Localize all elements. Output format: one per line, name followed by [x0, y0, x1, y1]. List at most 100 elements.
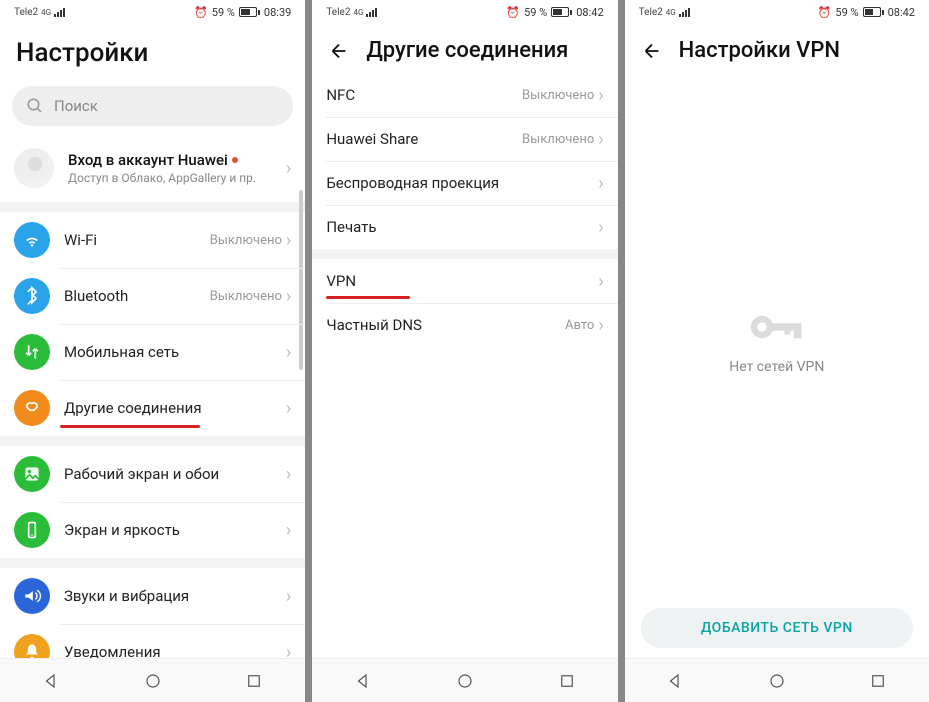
screen-settings: Tele2 4G ⏰ 59 % 08:39 Настройки Поиск Вх…	[0, 0, 305, 702]
highlight-underline	[60, 425, 200, 428]
chevron-right-icon: ›	[286, 586, 291, 607]
header: Другие соединения	[312, 24, 617, 73]
account-title: Вход в аккаунт Huawei	[68, 151, 228, 169]
row-label: Мобильная сеть	[64, 343, 286, 361]
net-label: 4G	[666, 8, 676, 17]
add-vpn-label: ДОБАВИТЬ СЕТЬ VPN	[701, 620, 853, 636]
chevron-right-icon: ›	[598, 85, 603, 106]
row-mobile[interactable]: Мобильная сеть ›	[0, 324, 305, 380]
row-print[interactable]: Печать ›	[312, 205, 617, 249]
row-label: NFC	[326, 86, 355, 104]
chevron-right-icon: ›	[286, 286, 291, 307]
row-bluetooth[interactable]: Bluetooth Выключено ›	[0, 268, 305, 324]
nav-recent-button[interactable]	[556, 670, 578, 692]
row-wireless-projection[interactable]: Беспроводная проекция ›	[312, 161, 617, 205]
phone-icon	[14, 512, 50, 548]
row-label: Частный DNS	[326, 316, 422, 334]
nav-recent-button[interactable]	[867, 670, 889, 692]
battery-pct: 59 %	[835, 6, 858, 19]
signal-icon	[54, 7, 65, 17]
row-display-brightness[interactable]: Экран и яркость ›	[0, 502, 305, 558]
nav-back-button[interactable]	[40, 670, 62, 692]
carrier-label: Tele2	[14, 7, 38, 18]
section-divider	[0, 558, 305, 568]
key-icon	[747, 307, 807, 347]
alarm-icon: ⏰	[818, 6, 832, 19]
settings-group-display: Рабочий экран и обои › Экран и яркость ›	[0, 446, 305, 558]
empty-text: Нет сетей VPN	[729, 359, 824, 375]
nav-back-button[interactable]	[352, 670, 374, 692]
row-label: Звуки и вибрация	[64, 587, 286, 605]
nav-bar	[625, 658, 929, 702]
row-label: Печать	[326, 218, 376, 236]
row-private-dns[interactable]: Частный DNS Авто›	[312, 303, 617, 347]
row-home-screen[interactable]: Рабочий экран и обои ›	[0, 446, 305, 502]
chevron-right-icon: ›	[286, 398, 291, 419]
battery-pct: 59 %	[524, 6, 547, 19]
row-wifi[interactable]: Wi-Fi Выключено ›	[0, 212, 305, 268]
bluetooth-icon	[14, 278, 50, 314]
row-label: Экран и яркость	[64, 521, 286, 539]
battery-pct: 59 %	[212, 6, 235, 19]
nav-back-button[interactable]	[664, 670, 686, 692]
highlight-underline	[326, 296, 410, 299]
search-placeholder: Поиск	[54, 97, 98, 115]
row-label: Другие соединения	[64, 399, 286, 417]
row-nfc[interactable]: NFC Выключено›	[312, 73, 617, 117]
screen-vpn-settings: Tele2 4G ⏰ 59 % 08:42 Настройки VPN Нет …	[625, 0, 929, 702]
row-label: VPN	[326, 272, 356, 290]
nav-home-button[interactable]	[454, 670, 476, 692]
chevron-right-icon: ›	[286, 342, 291, 363]
row-vpn[interactable]: VPN ›	[312, 259, 617, 303]
settings-group-connectivity: Wi-Fi Выключено › Bluetooth Выключено › …	[0, 212, 305, 436]
back-button[interactable]	[328, 40, 350, 62]
alarm-icon: ⏰	[194, 6, 208, 19]
connections-group-1: NFC Выключено› Huawei Share Выключено› Б…	[312, 73, 617, 249]
row-label: Bluetooth	[64, 287, 210, 305]
account-row[interactable]: Вход в аккаунт Huawei Доступ в Облако, A…	[0, 136, 305, 202]
section-divider	[0, 436, 305, 446]
connections-group-2: VPN › Частный DNS Авто›	[312, 259, 617, 347]
chevron-right-icon: ›	[286, 464, 291, 485]
row-other-connections[interactable]: Другие соединения ›	[0, 380, 305, 436]
wifi-icon	[14, 222, 50, 258]
back-button[interactable]	[641, 40, 663, 62]
row-sound-vibration[interactable]: Звуки и вибрация ›	[0, 568, 305, 624]
chevron-right-icon: ›	[286, 230, 291, 251]
nav-home-button[interactable]	[766, 670, 788, 692]
page-title: Настройки VPN	[679, 38, 840, 63]
avatar-icon	[14, 148, 54, 188]
nav-bar	[0, 658, 305, 702]
search-icon	[26, 97, 44, 115]
clock-label: 08:42	[576, 6, 603, 19]
row-label: Wi-Fi	[64, 231, 210, 249]
nav-recent-button[interactable]	[243, 670, 265, 692]
battery-icon	[551, 7, 572, 17]
net-label: 4G	[41, 8, 51, 17]
clock-label: 08:39	[264, 6, 291, 19]
row-value: Выключено	[210, 289, 282, 304]
chevron-right-icon: ›	[598, 315, 603, 336]
screen-other-connections: Tele2 4G ⏰ 59 % 08:42 Другие соединения …	[312, 0, 617, 702]
chevron-right-icon: ›	[286, 158, 291, 179]
chevron-right-icon: ›	[598, 271, 603, 292]
page-title: Настройки	[0, 24, 305, 80]
battery-icon	[239, 7, 260, 17]
nav-bar	[312, 658, 617, 702]
row-huawei-share[interactable]: Huawei Share Выключено›	[312, 117, 617, 161]
empty-state: Нет сетей VPN	[625, 73, 929, 608]
row-value: Выключено	[522, 132, 594, 147]
add-vpn-button[interactable]: ДОБАВИТЬ СЕТЬ VPN	[641, 608, 913, 648]
nav-home-button[interactable]	[142, 670, 164, 692]
search-input[interactable]: Поиск	[12, 86, 293, 126]
net-label: 4G	[353, 8, 363, 17]
status-bar: Tele2 4G ⏰ 59 % 08:39	[0, 0, 305, 24]
notification-dot-icon	[232, 157, 238, 163]
chevron-right-icon: ›	[598, 129, 603, 150]
mobile-data-icon	[14, 334, 50, 370]
section-divider	[0, 202, 305, 212]
section-divider	[312, 249, 617, 259]
row-label: Беспроводная проекция	[326, 174, 499, 192]
chevron-right-icon: ›	[598, 173, 603, 194]
signal-icon	[366, 7, 377, 17]
